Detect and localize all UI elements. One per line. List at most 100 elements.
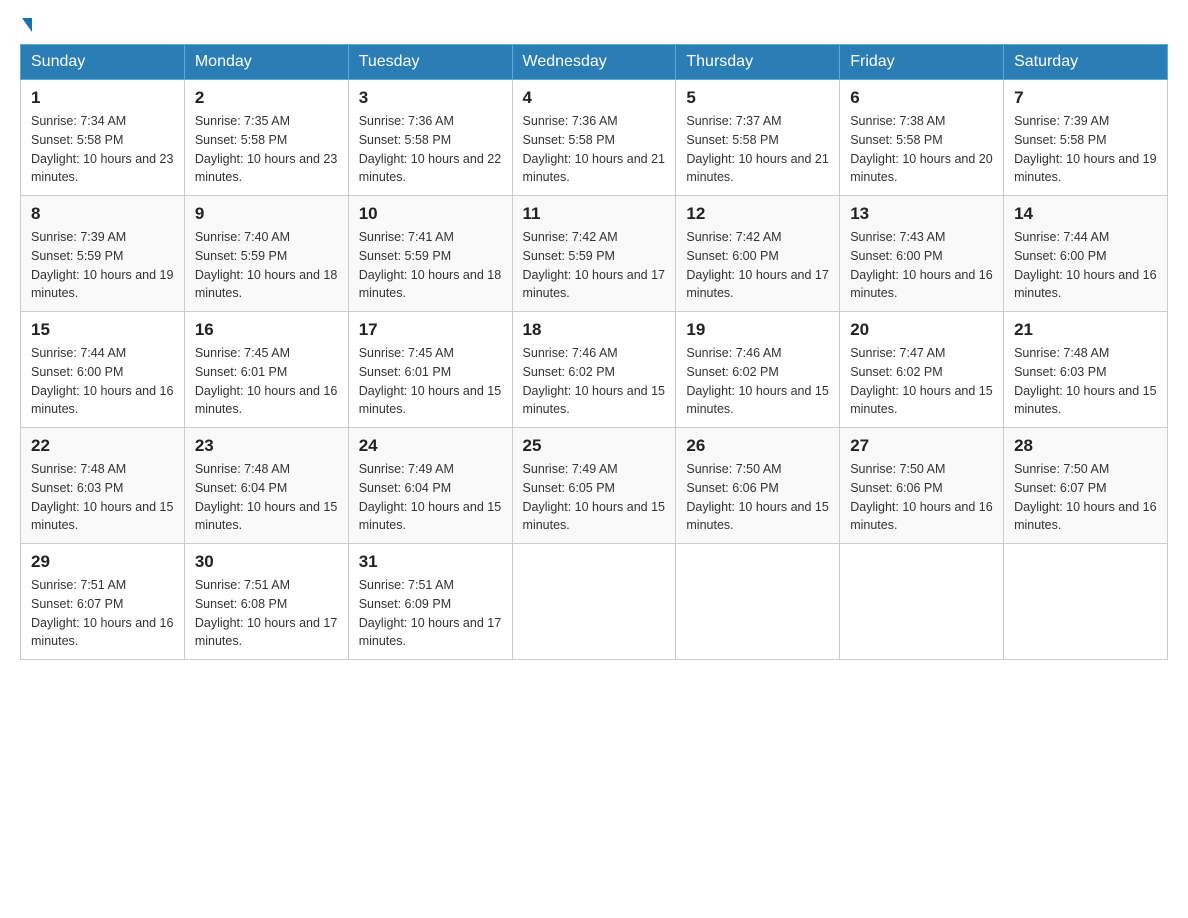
calendar-cell: 8 Sunrise: 7:39 AMSunset: 5:59 PMDayligh… bbox=[21, 196, 185, 312]
day-number: 15 bbox=[31, 320, 174, 340]
logo-arrow-icon bbox=[22, 18, 32, 32]
calendar-cell: 17 Sunrise: 7:45 AMSunset: 6:01 PMDaylig… bbox=[348, 312, 512, 428]
header-monday: Monday bbox=[184, 45, 348, 80]
day-info: Sunrise: 7:40 AMSunset: 5:59 PMDaylight:… bbox=[195, 230, 337, 300]
calendar-cell: 4 Sunrise: 7:36 AMSunset: 5:58 PMDayligh… bbox=[512, 80, 676, 196]
day-info: Sunrise: 7:49 AMSunset: 6:05 PMDaylight:… bbox=[523, 462, 665, 532]
header-thursday: Thursday bbox=[676, 45, 840, 80]
calendar-week-row: 29 Sunrise: 7:51 AMSunset: 6:07 PMDaylig… bbox=[21, 544, 1168, 660]
calendar-cell: 20 Sunrise: 7:47 AMSunset: 6:02 PMDaylig… bbox=[840, 312, 1004, 428]
day-info: Sunrise: 7:50 AMSunset: 6:07 PMDaylight:… bbox=[1014, 462, 1156, 532]
day-info: Sunrise: 7:42 AMSunset: 5:59 PMDaylight:… bbox=[523, 230, 665, 300]
day-info: Sunrise: 7:48 AMSunset: 6:04 PMDaylight:… bbox=[195, 462, 337, 532]
header-saturday: Saturday bbox=[1004, 45, 1168, 80]
calendar-cell: 30 Sunrise: 7:51 AMSunset: 6:08 PMDaylig… bbox=[184, 544, 348, 660]
day-number: 5 bbox=[686, 88, 829, 108]
day-info: Sunrise: 7:39 AMSunset: 5:58 PMDaylight:… bbox=[1014, 114, 1156, 184]
day-number: 17 bbox=[359, 320, 502, 340]
day-info: Sunrise: 7:46 AMSunset: 6:02 PMDaylight:… bbox=[686, 346, 828, 416]
day-number: 14 bbox=[1014, 204, 1157, 224]
calendar-cell: 19 Sunrise: 7:46 AMSunset: 6:02 PMDaylig… bbox=[676, 312, 840, 428]
page-header bbox=[20, 20, 1168, 34]
day-number: 12 bbox=[686, 204, 829, 224]
calendar-cell: 15 Sunrise: 7:44 AMSunset: 6:00 PMDaylig… bbox=[21, 312, 185, 428]
day-info: Sunrise: 7:46 AMSunset: 6:02 PMDaylight:… bbox=[523, 346, 665, 416]
calendar-cell: 26 Sunrise: 7:50 AMSunset: 6:06 PMDaylig… bbox=[676, 428, 840, 544]
calendar-cell bbox=[512, 544, 676, 660]
day-info: Sunrise: 7:50 AMSunset: 6:06 PMDaylight:… bbox=[850, 462, 992, 532]
calendar-cell bbox=[840, 544, 1004, 660]
day-info: Sunrise: 7:42 AMSunset: 6:00 PMDaylight:… bbox=[686, 230, 828, 300]
day-number: 8 bbox=[31, 204, 174, 224]
header-wednesday: Wednesday bbox=[512, 45, 676, 80]
calendar-header-row: SundayMondayTuesdayWednesdayThursdayFrid… bbox=[21, 45, 1168, 80]
day-info: Sunrise: 7:36 AMSunset: 5:58 PMDaylight:… bbox=[359, 114, 501, 184]
day-number: 20 bbox=[850, 320, 993, 340]
day-info: Sunrise: 7:44 AMSunset: 6:00 PMDaylight:… bbox=[31, 346, 173, 416]
calendar-cell: 31 Sunrise: 7:51 AMSunset: 6:09 PMDaylig… bbox=[348, 544, 512, 660]
calendar-cell: 29 Sunrise: 7:51 AMSunset: 6:07 PMDaylig… bbox=[21, 544, 185, 660]
day-info: Sunrise: 7:36 AMSunset: 5:58 PMDaylight:… bbox=[523, 114, 665, 184]
day-number: 25 bbox=[523, 436, 666, 456]
day-number: 23 bbox=[195, 436, 338, 456]
day-number: 18 bbox=[523, 320, 666, 340]
header-sunday: Sunday bbox=[21, 45, 185, 80]
day-info: Sunrise: 7:51 AMSunset: 6:08 PMDaylight:… bbox=[195, 578, 337, 648]
day-number: 26 bbox=[686, 436, 829, 456]
day-number: 2 bbox=[195, 88, 338, 108]
calendar-cell: 14 Sunrise: 7:44 AMSunset: 6:00 PMDaylig… bbox=[1004, 196, 1168, 312]
calendar-cell: 11 Sunrise: 7:42 AMSunset: 5:59 PMDaylig… bbox=[512, 196, 676, 312]
calendar-cell bbox=[676, 544, 840, 660]
day-number: 28 bbox=[1014, 436, 1157, 456]
day-number: 22 bbox=[31, 436, 174, 456]
calendar-cell: 25 Sunrise: 7:49 AMSunset: 6:05 PMDaylig… bbox=[512, 428, 676, 544]
day-number: 4 bbox=[523, 88, 666, 108]
day-number: 19 bbox=[686, 320, 829, 340]
day-info: Sunrise: 7:47 AMSunset: 6:02 PMDaylight:… bbox=[850, 346, 992, 416]
header-tuesday: Tuesday bbox=[348, 45, 512, 80]
day-number: 30 bbox=[195, 552, 338, 572]
day-info: Sunrise: 7:43 AMSunset: 6:00 PMDaylight:… bbox=[850, 230, 992, 300]
calendar-cell: 13 Sunrise: 7:43 AMSunset: 6:00 PMDaylig… bbox=[840, 196, 1004, 312]
calendar-cell: 22 Sunrise: 7:48 AMSunset: 6:03 PMDaylig… bbox=[21, 428, 185, 544]
calendar-cell: 18 Sunrise: 7:46 AMSunset: 6:02 PMDaylig… bbox=[512, 312, 676, 428]
day-info: Sunrise: 7:41 AMSunset: 5:59 PMDaylight:… bbox=[359, 230, 501, 300]
calendar-week-row: 15 Sunrise: 7:44 AMSunset: 6:00 PMDaylig… bbox=[21, 312, 1168, 428]
day-info: Sunrise: 7:45 AMSunset: 6:01 PMDaylight:… bbox=[195, 346, 337, 416]
day-number: 6 bbox=[850, 88, 993, 108]
calendar-week-row: 8 Sunrise: 7:39 AMSunset: 5:59 PMDayligh… bbox=[21, 196, 1168, 312]
day-info: Sunrise: 7:34 AMSunset: 5:58 PMDaylight:… bbox=[31, 114, 173, 184]
day-number: 1 bbox=[31, 88, 174, 108]
calendar-cell: 12 Sunrise: 7:42 AMSunset: 6:00 PMDaylig… bbox=[676, 196, 840, 312]
day-number: 29 bbox=[31, 552, 174, 572]
calendar-cell: 1 Sunrise: 7:34 AMSunset: 5:58 PMDayligh… bbox=[21, 80, 185, 196]
calendar-cell: 28 Sunrise: 7:50 AMSunset: 6:07 PMDaylig… bbox=[1004, 428, 1168, 544]
calendar-week-row: 1 Sunrise: 7:34 AMSunset: 5:58 PMDayligh… bbox=[21, 80, 1168, 196]
day-number: 24 bbox=[359, 436, 502, 456]
day-number: 10 bbox=[359, 204, 502, 224]
day-info: Sunrise: 7:48 AMSunset: 6:03 PMDaylight:… bbox=[31, 462, 173, 532]
day-info: Sunrise: 7:51 AMSunset: 6:07 PMDaylight:… bbox=[31, 578, 173, 648]
calendar-cell: 7 Sunrise: 7:39 AMSunset: 5:58 PMDayligh… bbox=[1004, 80, 1168, 196]
calendar-cell: 5 Sunrise: 7:37 AMSunset: 5:58 PMDayligh… bbox=[676, 80, 840, 196]
day-number: 9 bbox=[195, 204, 338, 224]
calendar-cell: 16 Sunrise: 7:45 AMSunset: 6:01 PMDaylig… bbox=[184, 312, 348, 428]
calendar-cell: 27 Sunrise: 7:50 AMSunset: 6:06 PMDaylig… bbox=[840, 428, 1004, 544]
calendar-cell: 9 Sunrise: 7:40 AMSunset: 5:59 PMDayligh… bbox=[184, 196, 348, 312]
day-number: 21 bbox=[1014, 320, 1157, 340]
day-info: Sunrise: 7:48 AMSunset: 6:03 PMDaylight:… bbox=[1014, 346, 1156, 416]
day-number: 16 bbox=[195, 320, 338, 340]
day-info: Sunrise: 7:44 AMSunset: 6:00 PMDaylight:… bbox=[1014, 230, 1156, 300]
header-friday: Friday bbox=[840, 45, 1004, 80]
day-number: 13 bbox=[850, 204, 993, 224]
calendar-cell: 24 Sunrise: 7:49 AMSunset: 6:04 PMDaylig… bbox=[348, 428, 512, 544]
logo bbox=[20, 20, 32, 34]
day-number: 3 bbox=[359, 88, 502, 108]
day-info: Sunrise: 7:49 AMSunset: 6:04 PMDaylight:… bbox=[359, 462, 501, 532]
day-info: Sunrise: 7:35 AMSunset: 5:58 PMDaylight:… bbox=[195, 114, 337, 184]
calendar-cell: 3 Sunrise: 7:36 AMSunset: 5:58 PMDayligh… bbox=[348, 80, 512, 196]
calendar-table: SundayMondayTuesdayWednesdayThursdayFrid… bbox=[20, 44, 1168, 660]
day-info: Sunrise: 7:39 AMSunset: 5:59 PMDaylight:… bbox=[31, 230, 173, 300]
day-info: Sunrise: 7:50 AMSunset: 6:06 PMDaylight:… bbox=[686, 462, 828, 532]
day-info: Sunrise: 7:51 AMSunset: 6:09 PMDaylight:… bbox=[359, 578, 501, 648]
